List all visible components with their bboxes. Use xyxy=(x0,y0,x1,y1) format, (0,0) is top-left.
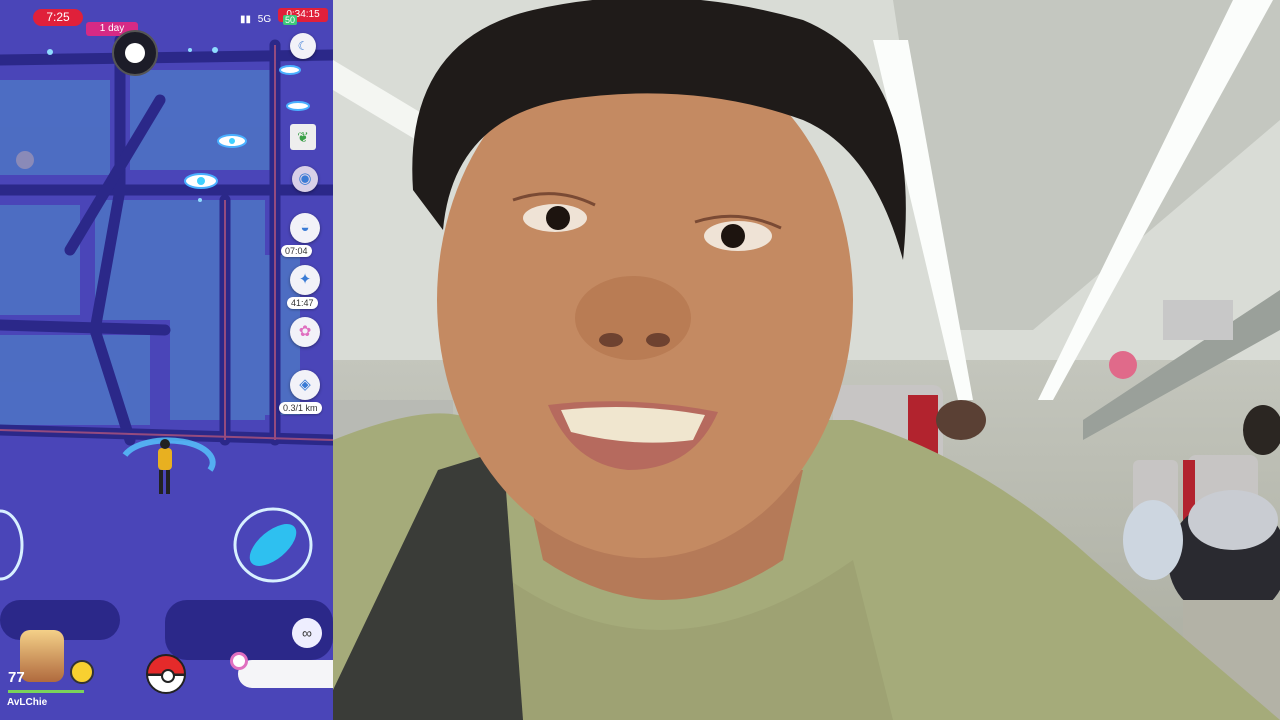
route-distance-label: 0.3/1 km xyxy=(279,402,322,414)
trainer-username: AvLChie xyxy=(7,697,48,708)
rocket-timer-label: 41:47 xyxy=(287,297,318,309)
system-icons: ▮▮ 5G xyxy=(240,14,275,25)
raid-egg-icon[interactable]: ◒ xyxy=(290,213,320,243)
pokestop-icon[interactable]: ◉ xyxy=(292,166,318,192)
xp-bar xyxy=(8,690,84,693)
plant-icon[interactable]: ❦ xyxy=(290,124,316,150)
nearby-tray[interactable] xyxy=(238,660,333,688)
trainer-avatar[interactable] xyxy=(20,630,64,682)
nearby-icon[interactable] xyxy=(230,652,248,670)
binoculars-icon[interactable]: ∞ xyxy=(292,618,322,648)
trainer-level: 77 xyxy=(8,669,25,686)
map-canvas[interactable] xyxy=(0,0,333,720)
camera-scene xyxy=(333,0,1280,720)
clock: 7:25 xyxy=(33,9,83,26)
route-icon[interactable]: ◈ xyxy=(290,370,320,400)
raid-timer-label: 07:04 xyxy=(281,245,312,257)
camera-feed xyxy=(333,0,1280,720)
lure-icon[interactable]: ✿ xyxy=(290,317,320,347)
status-bar: 7:25 1 day ▮▮ 5G 0:34:15 50 xyxy=(0,0,333,36)
moon-icon[interactable]: ☾ xyxy=(290,33,316,59)
signal-icon: ▮▮ xyxy=(240,14,252,25)
compass-button[interactable] xyxy=(112,30,158,76)
main-menu-pokeball-button[interactable] xyxy=(146,654,186,694)
buddy-pokemon-icon[interactable] xyxy=(70,660,94,684)
game-map-panel[interactable]: 7:25 1 day ▮▮ 5G 0:34:15 50 ☾ ❦ ◉ ◒ 07:0… xyxy=(0,0,333,720)
battery-icon: 50 xyxy=(283,15,298,25)
rocket-icon[interactable]: ✦ xyxy=(290,265,320,295)
network-label: 5G xyxy=(257,14,272,25)
